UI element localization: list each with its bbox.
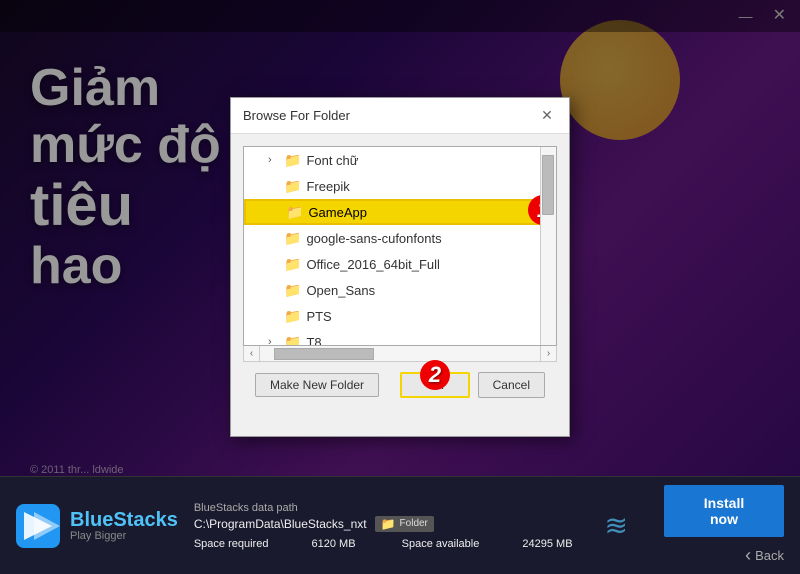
data-path-label: BlueStacks data path	[194, 502, 589, 514]
dialog-footer: Make New Folder OK 2 Cancel	[243, 362, 557, 410]
folder-icon: 📁	[284, 256, 301, 273]
back-label: Back	[755, 548, 784, 563]
back-button[interactable]: Back	[745, 545, 784, 566]
hscroll-right-btn[interactable]: ›	[540, 346, 556, 361]
cancel-button[interactable]: Cancel	[478, 372, 545, 398]
tree-item[interactable]: › 📁 T8	[244, 329, 556, 346]
folder-icon: 📁	[286, 204, 303, 221]
tree-item-label: Freepik	[306, 179, 349, 194]
tree-item[interactable]: 📁 Freepik	[244, 173, 556, 199]
tree-item-gameapp[interactable]: 📁 GameApp 1	[244, 199, 556, 225]
space-available-label: Space available	[402, 538, 480, 550]
num-label-2: 2	[420, 360, 450, 390]
folder-icon: 📁	[284, 178, 301, 195]
logo-section: BlueStacks Play Bigger	[16, 504, 178, 548]
folder-badge: Folder	[375, 516, 434, 532]
ok-wrap: OK 2	[400, 372, 469, 398]
tree-item-label: Office_2016_64bit_Full	[306, 257, 439, 272]
tree-item-label: T8	[306, 335, 321, 347]
scrollbar-thumb[interactable]	[542, 155, 554, 215]
browse-folder-dialog: Browse For Folder ✕ › 📁 Font chữ 📁	[230, 97, 570, 437]
bluestacks-logo-icon	[16, 504, 60, 548]
tree-item[interactable]: 📁 google-sans-cufonfonts	[244, 225, 556, 251]
folder-icon: 📁	[284, 334, 301, 347]
space-row: Space required 6120 MB Space available 2…	[194, 538, 589, 550]
tree-item-label: Open_Sans	[306, 283, 375, 298]
folder-icon: 📁	[284, 282, 301, 299]
dialog-titlebar: Browse For Folder ✕	[231, 98, 569, 134]
tree-item-label: PTS	[306, 309, 331, 324]
hscrollbar[interactable]: ‹ ›	[243, 346, 557, 362]
dialog-body: › 📁 Font chữ 📁 Freepik 📁 GameApp	[231, 134, 569, 422]
space-available-value: 24295 MB	[522, 538, 572, 550]
folder-icon: 📁	[284, 308, 301, 325]
space-required-value: 6120 MB	[312, 538, 356, 550]
scrollbar-track[interactable]	[540, 147, 556, 345]
tree-item[interactable]: 📁 PTS	[244, 303, 556, 329]
bottom-bar: BlueStacks Play Bigger BlueStacks data p…	[0, 476, 800, 574]
tree-item[interactable]: › 📁 Font chữ	[244, 147, 556, 173]
expand-icon: ›	[268, 154, 284, 166]
path-row: C:\ProgramData\BlueStacks_nxt Folder	[194, 516, 589, 532]
folder-icon: 📁	[284, 152, 301, 169]
action-section: Install now Back	[644, 485, 784, 566]
folder-tree[interactable]: › 📁 Font chữ 📁 Freepik 📁 GameApp	[243, 146, 557, 346]
dialog-close-button[interactable]: ✕	[537, 106, 557, 126]
hscroll-left-btn[interactable]: ‹	[244, 346, 260, 361]
make-new-folder-button[interactable]: Make New Folder	[255, 373, 379, 397]
hscroll-thumb[interactable]	[274, 348, 374, 360]
expand-icon: ›	[268, 336, 284, 346]
tree-item[interactable]: 📁 Open_Sans	[244, 277, 556, 303]
tree-item-label: Font chữ	[306, 153, 358, 168]
dialog-ok-cancel: OK 2 Cancel	[400, 372, 545, 398]
logo-text: BlueStacks Play Bigger	[70, 510, 178, 542]
install-info: BlueStacks data path C:\ProgramData\Blue…	[178, 502, 605, 550]
logo-sub: Play Bigger	[70, 530, 178, 542]
dialog-title: Browse For Folder	[243, 108, 350, 123]
wave-icon: ≋	[605, 509, 628, 542]
folder-icon: 📁	[284, 230, 301, 247]
tree-item[interactable]: 📁 Office_2016_64bit_Full	[244, 251, 556, 277]
tree-item-label: google-sans-cufonfonts	[306, 231, 441, 246]
install-now-button[interactable]: Install now	[664, 485, 784, 537]
path-value: C:\ProgramData\BlueStacks_nxt	[194, 517, 367, 531]
tree-item-label: GameApp	[308, 205, 367, 220]
logo-name: BlueStacks	[70, 510, 178, 530]
space-required-label: Space required	[194, 538, 269, 550]
